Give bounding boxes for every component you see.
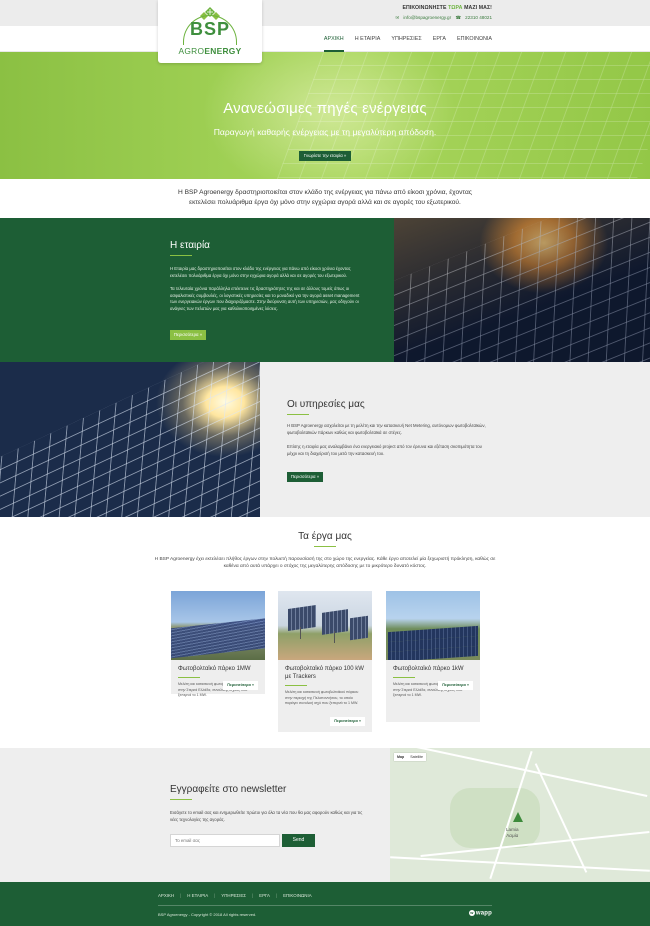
logo-main-text: BSP — [189, 19, 230, 39]
logo[interactable]: BSP AGROENERGY — [158, 0, 262, 63]
email-icon: ✉ — [395, 15, 400, 20]
project-image[interactable] — [278, 591, 372, 660]
top-contact-bar: ΕΠΙΚΟΙΝΩΝΗΣΤΕ ΤΩΡΑ ΜΑΖΙ ΜΑΣ! ✉ info@bspag… — [0, 0, 650, 26]
newsletter-email-input[interactable] — [170, 834, 280, 847]
hero-subtitle: Παραγωγή καθαρής ενέργειας με τη μεγαλύτ… — [213, 127, 437, 137]
project-image[interactable] — [171, 591, 265, 660]
nav-company[interactable]: Η ΕΤΑΙΡΙΑ — [355, 26, 381, 52]
map-area — [450, 788, 540, 848]
nav-services[interactable]: ΥΠΗΡΕΣΙΕΣ — [391, 26, 421, 52]
logo-sub-text: AGROENERGY — [178, 46, 242, 56]
phone-icon: ☎ — [455, 15, 462, 20]
project-card[interactable]: Φωτοβολταϊκό πάρκο 1MW Μελέτη και κατασκ… — [171, 591, 265, 697]
solar-panel-grid — [0, 362, 260, 517]
footer-divider — [158, 905, 492, 906]
newsletter-text: Εισάγετε το email σας και ενημερωθείτε π… — [170, 810, 363, 822]
call-prefix: ΕΠΙΚΟΙΝΩΝΗΣΤΕ — [402, 5, 449, 11]
services-title: Οι υπηρεσίες μας — [287, 399, 365, 410]
footer-nav-home[interactable]: ΑΡΧΙΚΗ — [158, 893, 174, 898]
title-underline — [170, 255, 192, 256]
projects-description: Η BSP Agroenergy έχει εκτελέσει πλήθος έ… — [154, 557, 496, 570]
call-to-action-text: ΕΠΙΚΟΙΝΩΝΗΣΤΕ ΤΩΡΑ ΜΑΖΙ ΜΑΣ! — [402, 5, 492, 11]
title-underline — [314, 546, 336, 547]
map-road — [390, 856, 650, 872]
developer-logo-icon: w — [468, 910, 475, 916]
developer-logo[interactable]: w wapp — [468, 910, 492, 917]
projects-title: Τα έργα μας — [298, 531, 352, 542]
map-city-label: Lamia Λαμία — [506, 827, 519, 838]
footer-nav-contact[interactable]: ΕΠΙΚΟΙΝΩΝΙΑ — [283, 893, 312, 898]
main-nav: ΑΡΧΙΚΗ Η ΕΤΑΙΡΙΑ ΥΠΗΡΕΣΙΕΣ ΕΡΓΑ ΕΠΙΚΟΙΝΩ… — [313, 26, 492, 52]
footer-nav-projects[interactable]: ΕΡΓΑ — [259, 893, 270, 898]
company-title: Η εταιρία — [170, 240, 210, 251]
project-title[interactable]: Φωτοβολταϊκό πάρκο 100 kW με Trackers — [278, 660, 372, 681]
intro-text: Η BSP Agroenergy δραστηριοποιείται στον … — [178, 189, 472, 206]
projects-section: Τα έργα μας Η BSP Agroenergy έχει εκτελέ… — [0, 517, 650, 748]
services-paragraph-2: Επίσης η εταιρία μας αναλαμβάνει ένα ενε… — [287, 444, 483, 456]
project-card[interactable]: Φωτοβολταϊκό πάρκο 1kW Μελέτη και κατασκ… — [386, 591, 480, 722]
newsletter-send-button[interactable]: Send — [282, 834, 315, 847]
project-title[interactable]: Φωτοβολταϊκό πάρκο 1MW — [171, 660, 265, 673]
project-more-button[interactable]: Περισσότερα » — [223, 681, 258, 690]
title-underline — [287, 414, 309, 415]
project-more-button[interactable]: Περισσότερα » — [438, 681, 473, 690]
footer-nav: ΑΡΧΙΚΗ | Η ΕΤΑΙΡΙΑ | ΥΠΗΡΕΣΙΕΣ | ΕΡΓΑ | ΕΠΙΚ… — [158, 893, 312, 898]
footer-copyright: BSP Agroenergy - Copyright © 2018 All ri… — [158, 912, 257, 917]
site-footer: ΑΡΧΙΚΗ | Η ΕΤΑΙΡΙΑ | ΥΠΗΡΕΣΙΕΣ | ΕΡΓΑ | ΕΠΙΚ… — [0, 882, 650, 926]
map-marker-icon[interactable] — [513, 812, 523, 822]
contact-details: ✉ info@bspagroenergy.gr ☎ 22310 48021 — [396, 15, 492, 21]
location-map[interactable]: Map Satellite Lamia Λαμία — [390, 748, 650, 882]
call-suffix: ΜΑΖΙ ΜΑΣ! — [462, 5, 492, 11]
title-underline — [170, 799, 192, 800]
project-more-button[interactable]: Περισσότερα » — [330, 717, 365, 726]
newsletter-title: Εγγραφείτε στο newsletter — [170, 784, 287, 795]
phone-link[interactable]: 22310 48021 — [465, 15, 492, 20]
hero-button[interactable]: Γνωρίστε την εταιρία » — [299, 151, 351, 161]
intro-section: Η BSP Agroenergy δραστηριοποιείται στον … — [0, 179, 650, 218]
map-type-control[interactable]: Map Satellite — [394, 753, 426, 761]
company-more-button[interactable]: Περισσότερα » — [170, 330, 206, 340]
satellite-tab[interactable]: Satellite — [407, 753, 426, 761]
hero-title: Ανανεώσιμες πηγές ενέργειας — [223, 100, 427, 117]
footer-nav-company[interactable]: Η ΕΤΑΙΡΙΑ — [187, 893, 208, 898]
nav-contact[interactable]: ΕΠΙΚΟΙΝΩΝΙΑ — [457, 26, 492, 52]
project-title[interactable]: Φωτοβολταϊκό πάρκο 1kW — [386, 660, 480, 673]
email-link[interactable]: info@bspagroenergy.gr — [403, 15, 451, 20]
map-tab[interactable]: Map — [394, 753, 407, 761]
company-paragraph-1: Η Εταιρία μας δραστηριοποιείται στον κλά… — [170, 266, 351, 278]
project-text: Μελέτη και κατασκευή φωτοβολταϊκού πάρκο… — [285, 690, 359, 706]
call-highlight: ΤΩΡΑ — [448, 5, 463, 11]
site-header: ΑΡΧΙΚΗ Η ΕΤΑΙΡΙΑ ΥΠΗΡΕΣΙΕΣ ΕΡΓΑ ΕΠΙΚΟΙΝΩ… — [0, 26, 650, 52]
hero-banner: Ανανεώσιμες πηγές ενέργειας Παραγωγή καθ… — [0, 52, 650, 179]
nav-projects[interactable]: ΕΡΓΑ — [433, 26, 446, 52]
image-shade — [394, 218, 650, 362]
services-solar-image — [0, 362, 260, 517]
services-paragraph-1: Η BSP Agroenergy ασχολείται με τη μελέτη… — [287, 423, 486, 435]
footer-nav-services[interactable]: ΥΠΗΡΕΣΙΕΣ — [221, 893, 246, 898]
services-more-button[interactable]: Περισσότερα » — [287, 472, 323, 482]
nav-home[interactable]: ΑΡΧΙΚΗ — [323, 26, 344, 52]
project-image[interactable] — [386, 591, 480, 660]
company-paragraph-2: Τα τελευταία χρόνια παράλληλα επέκτεινε … — [170, 286, 360, 311]
project-card[interactable]: Φωτοβολταϊκό πάρκο 100 kW με Trackers Με… — [278, 591, 372, 732]
company-solar-image — [394, 218, 650, 362]
